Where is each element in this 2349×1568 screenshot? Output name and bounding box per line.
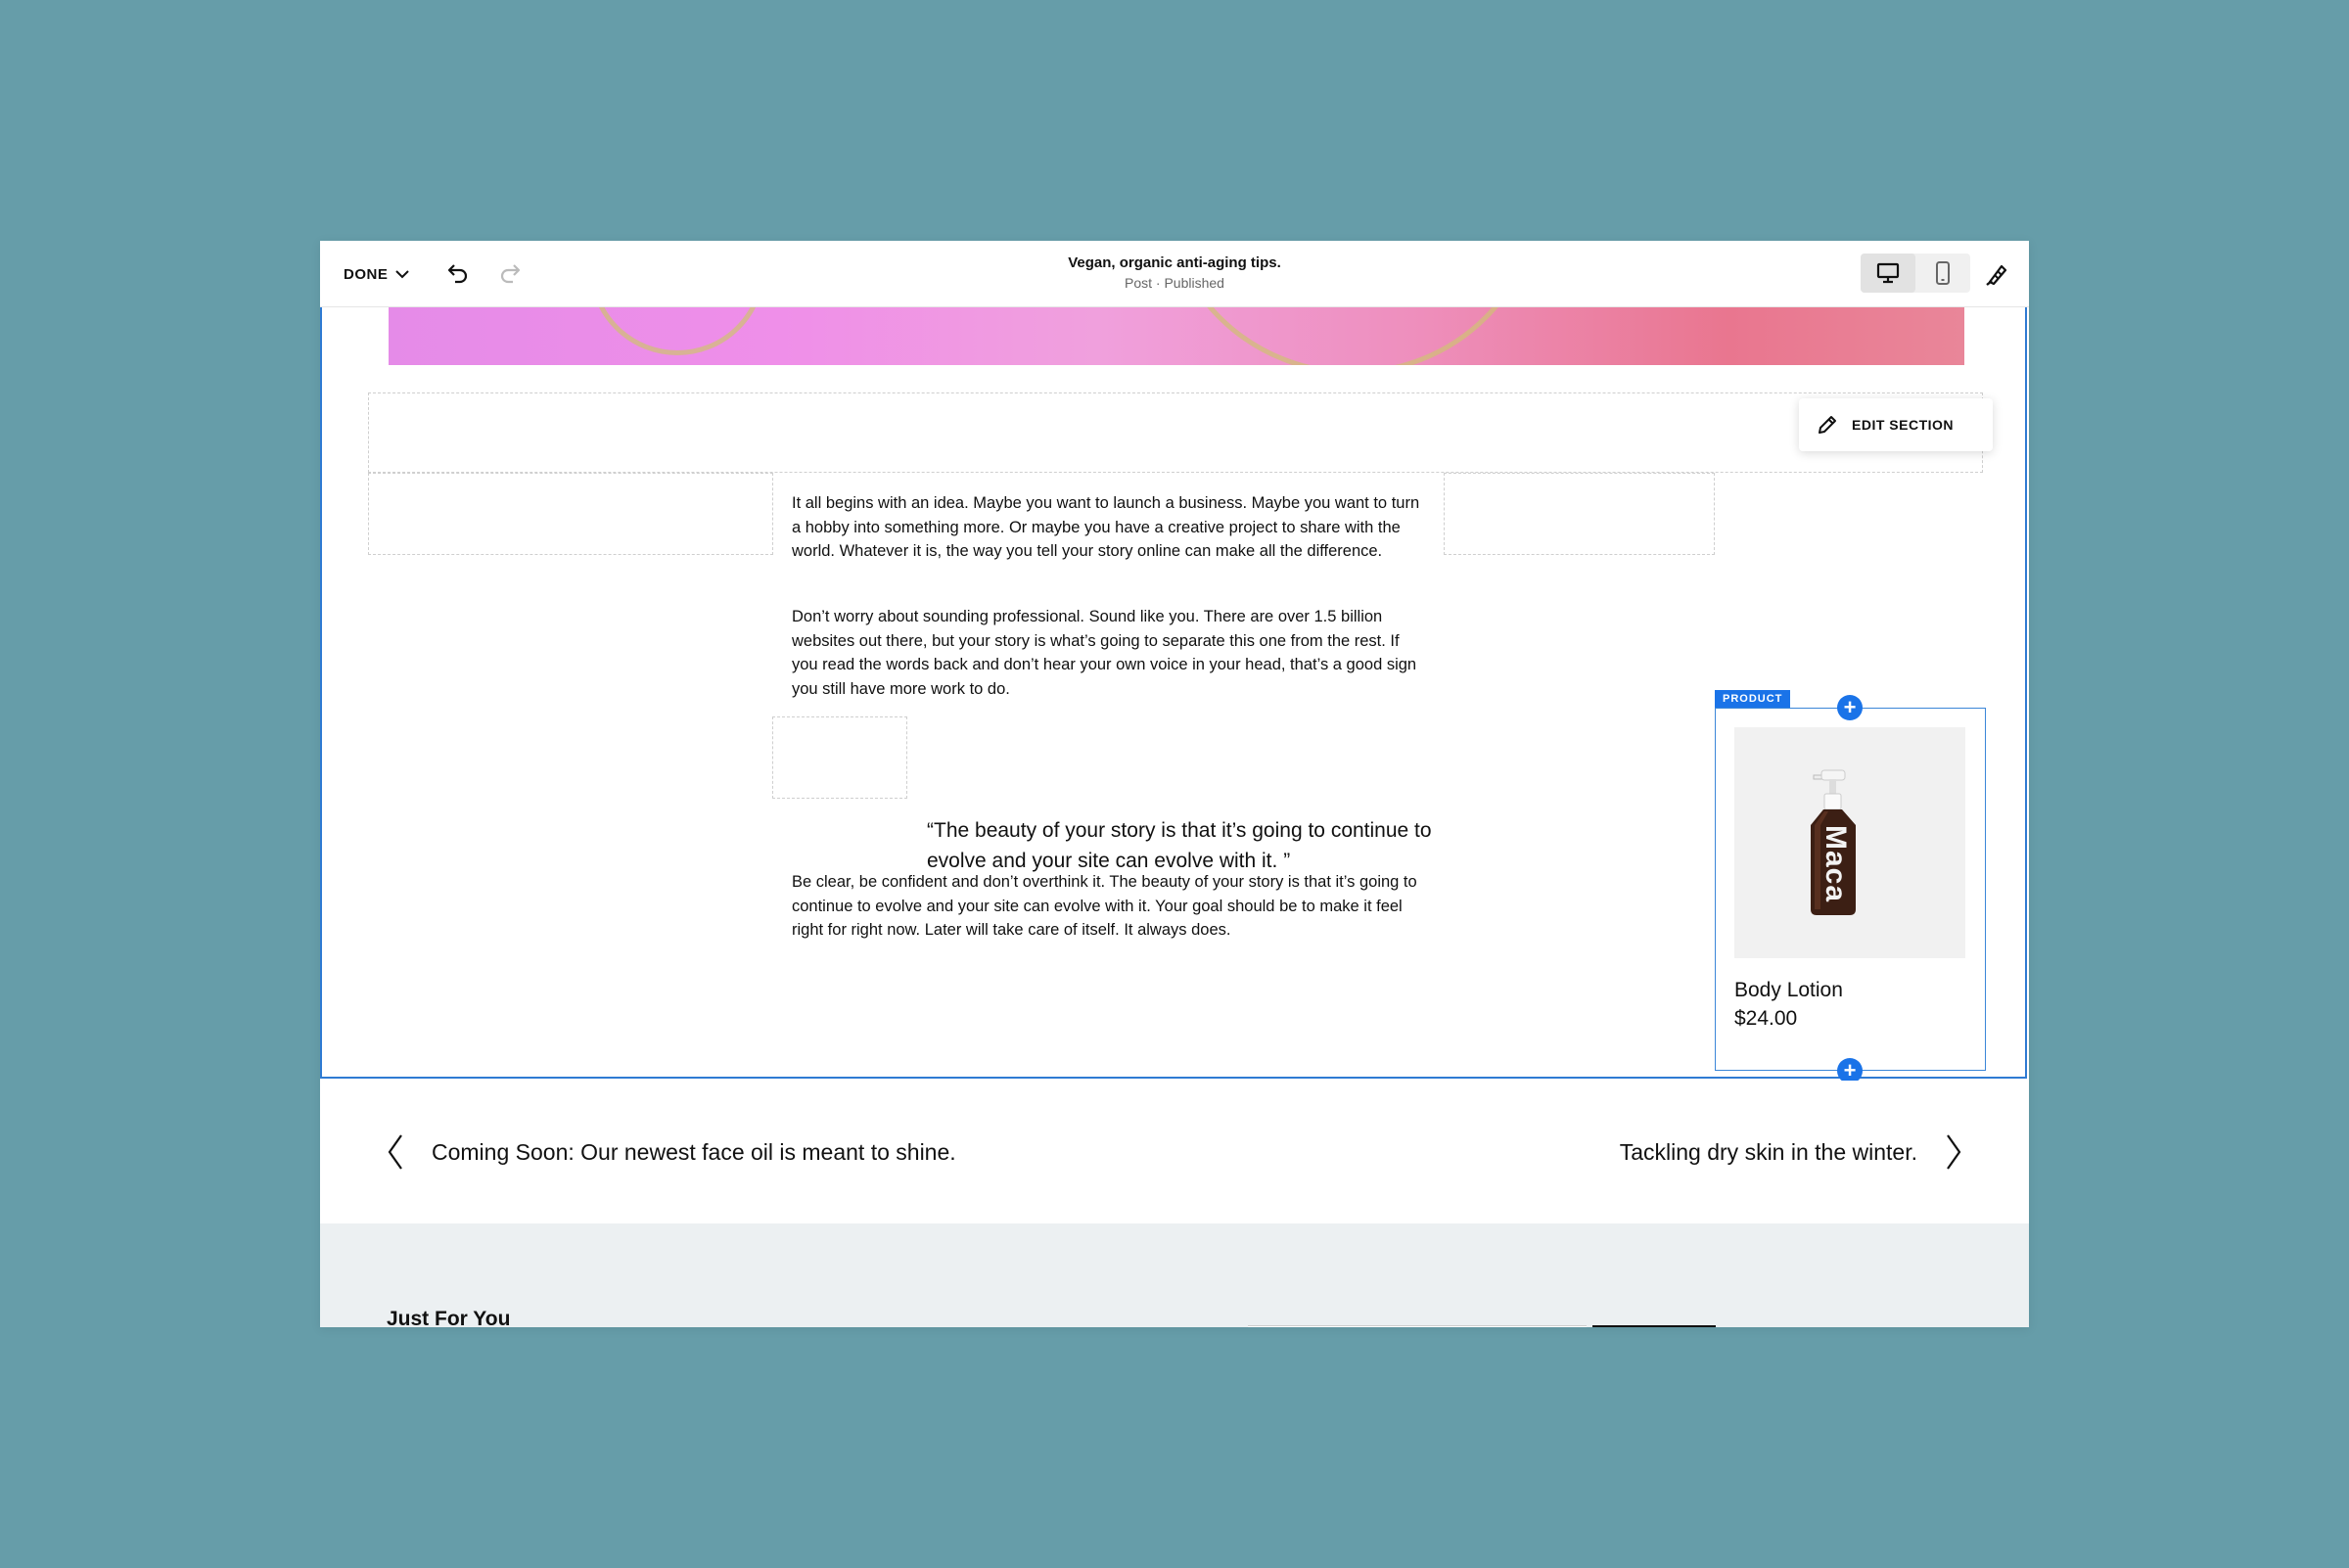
add-icon: + xyxy=(1843,1058,1857,1083)
lotion-bottle-image: Maca xyxy=(1811,769,1856,915)
paragraph-text: Don’t worry about sounding professional.… xyxy=(792,608,1417,698)
add-icon: + xyxy=(1843,695,1857,719)
mobile-icon xyxy=(1936,261,1950,285)
post-status: Post · Published xyxy=(1125,275,1224,291)
chevron-right-icon xyxy=(1947,1134,1961,1170)
empty-block[interactable] xyxy=(368,473,773,555)
product-image[interactable]: Maca xyxy=(1734,727,1965,958)
empty-block[interactable] xyxy=(772,716,907,799)
previous-post-title: Coming Soon: Our newest face oil is mean… xyxy=(432,1138,956,1165)
product-price: $24.00 xyxy=(1734,1007,1798,1030)
desktop-icon xyxy=(1876,262,1900,284)
bottle-label: Maca xyxy=(1819,825,1852,902)
paintbrush-icon[interactable] xyxy=(1984,260,2011,288)
chevron-left-icon xyxy=(388,1134,402,1170)
product-name[interactable]: Body Lotion xyxy=(1734,979,1843,1002)
empty-block[interactable] xyxy=(1444,473,1715,555)
paragraph-text: Be clear, be confident and don’t overthi… xyxy=(792,873,1417,939)
post-pagination: Coming Soon: Our newest face oil is mean… xyxy=(320,1081,2029,1223)
edit-section-button[interactable]: EDIT SECTION xyxy=(1799,398,1993,451)
empty-block[interactable] xyxy=(368,392,1983,473)
next-post-title: Tackling dry skin in the winter. xyxy=(1619,1138,1917,1165)
subscribe-button[interactable] xyxy=(1592,1325,1716,1327)
mobile-view-button[interactable] xyxy=(1915,254,1970,293)
page-title: Vegan, organic anti-aging tips. Post · P… xyxy=(320,254,2029,291)
device-toggle xyxy=(1861,254,1970,293)
paragraph-3[interactable]: Be clear, be confident and don’t overthi… xyxy=(792,870,1428,943)
add-block-above-button[interactable]: + xyxy=(1837,695,1863,720)
pencil-icon xyxy=(1819,416,1836,434)
editor-toolbar: DONE Vegan, organic anti-aging tips. Pos… xyxy=(320,241,2029,307)
paragraph-1[interactable]: It all begins with an idea. Maybe you wa… xyxy=(792,491,1428,564)
desktop-view-button[interactable] xyxy=(1861,254,1915,293)
paragraph-2[interactable]: Don’t worry about sounding professional.… xyxy=(792,605,1428,701)
paragraph-text: It all begins with an idea. Maybe you wa… xyxy=(792,494,1420,560)
blog-post-section[interactable]: It all begins with an idea. Maybe you wa… xyxy=(320,306,2027,1084)
next-post-link[interactable]: Tackling dry skin in the winter. xyxy=(1620,1081,1962,1223)
newsletter-section: Just For You xyxy=(320,1223,2029,1327)
editor-window: DONE Vegan, organic anti-aging tips. Pos… xyxy=(320,241,2029,1327)
email-field[interactable] xyxy=(1248,1325,1587,1327)
product-block-tag: PRODUCT xyxy=(1715,690,1791,708)
previous-post-link[interactable]: Coming Soon: Our newest face oil is mean… xyxy=(387,1081,956,1223)
header-image xyxy=(389,306,1964,365)
pull-quote[interactable]: “The beauty of your story is that it’s g… xyxy=(927,815,1436,876)
edit-section-label: EDIT SECTION xyxy=(1852,417,1955,433)
newsletter-heading: Just For You xyxy=(387,1308,511,1327)
post-title: Vegan, organic anti-aging tips. xyxy=(1068,254,1281,271)
